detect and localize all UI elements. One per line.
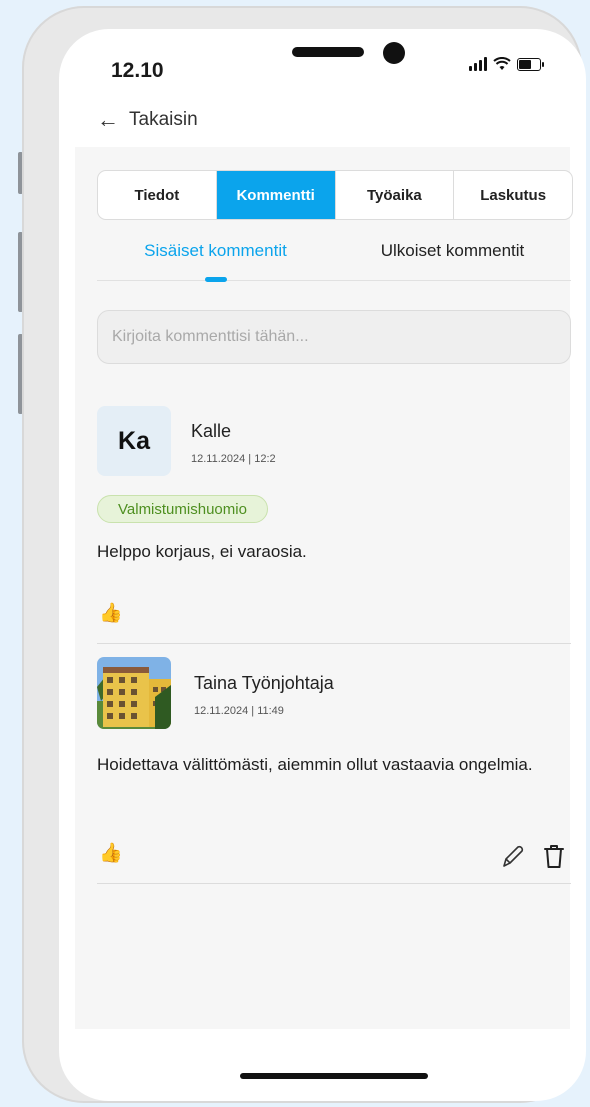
wifi-icon [493,57,511,70]
back-label: Takaisin [129,109,198,130]
subtab-external-comments[interactable]: Ulkoiset kommentit [334,222,571,280]
phone-screen: 12.10 ← Takaisin Tiedot Kommentti Työaik… [59,29,586,1101]
tab-kommentti[interactable]: Kommentti [216,171,336,219]
comment-timestamp: 12.11.2024 | 12:2 [191,453,276,465]
comment-text: Helppo korjaus, ei varaosia. [97,542,307,561]
segment-tabs: Tiedot Kommentti Työaika Laskutus [97,170,573,220]
avatar [97,657,171,729]
comment-text: Hoidettava välittömästi, aiemmin ollut v… [97,755,533,774]
avatar: Ka [97,406,171,476]
speaker-notch [292,47,364,57]
tab-laskutus[interactable]: Laskutus [454,171,572,219]
content-area: Tiedot Kommentti Työaika Laskutus Sisäis… [75,147,573,1029]
subtab-internal-comments[interactable]: Sisäiset kommentit [97,222,334,282]
status-time: 12.10 [111,59,164,82]
comment-subtabs: Sisäiset kommentit Ulkoiset kommentit [97,222,571,282]
home-indicator[interactable] [240,1073,428,1079]
delete-icon[interactable] [539,841,569,871]
comment-author: Kalle [191,421,232,441]
front-camera [383,42,405,64]
comment-timestamp: 12.11.2024 | 11:49 [194,705,284,717]
thumbs-up-icon[interactable]: 👍 [99,601,123,625]
phone-frame: 12.10 ← Takaisin Tiedot Kommentti Työaik… [22,6,586,1103]
comment-input[interactable] [97,310,571,364]
building-photo-icon [97,657,171,729]
status-badge: Valmistumishuomio [97,495,268,523]
thumbs-up-icon[interactable]: 👍 [99,841,123,865]
status-icons [469,57,544,71]
comment-divider [97,883,571,884]
comment-author: Taina Työnjohtaja [194,673,334,693]
battery-icon [517,57,544,71]
comment-divider [97,643,571,644]
tab-tiedot[interactable]: Tiedot [98,171,217,219]
back-button[interactable]: ← Takaisin [97,109,198,131]
edit-icon[interactable] [498,841,528,871]
back-arrow-icon: ← [97,107,119,132]
tab-tyoaika[interactable]: Työaika [336,171,455,219]
signal-icon [469,57,487,71]
